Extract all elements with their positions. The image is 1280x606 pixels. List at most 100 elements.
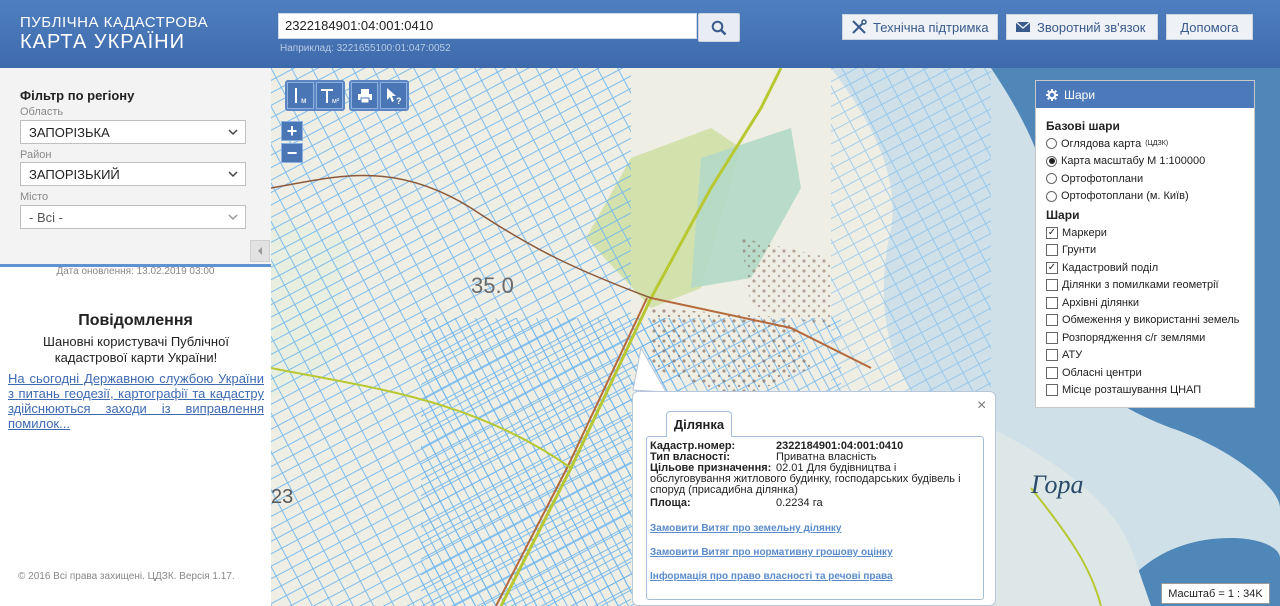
app-header: ПУБЛІЧНА КАДАСТРОВА КАРТА УКРАЇНИ 232218… bbox=[0, 0, 1280, 68]
overlay-label: АТУ bbox=[1062, 349, 1083, 362]
oblast-select[interactable]: ЗАПОРІЗЬКА bbox=[20, 120, 246, 144]
oblast-value: ЗАПОРІЗЬКА bbox=[29, 125, 110, 140]
layers-title: Шари bbox=[1064, 87, 1096, 102]
info-key: Площа: bbox=[650, 497, 691, 509]
help-button[interactable]: Допомога bbox=[1166, 14, 1253, 40]
left-panel: Фільтр по регіону Область ЗАПОРІЗЬКА Рай… bbox=[0, 68, 271, 606]
info-value: 0.2234 га bbox=[776, 497, 823, 509]
base-layer-map-100k[interactable]: Карта масштабу М 1:100000 bbox=[1046, 153, 1244, 171]
base-layer-overview[interactable]: Оглядова карта (ЦДЗК) bbox=[1046, 135, 1244, 153]
overlay-cadastral[interactable]: ✓ Кадастровий поділ bbox=[1046, 259, 1244, 277]
printer-icon bbox=[357, 88, 372, 103]
overlay-label: Обмеження у використанні земель bbox=[1062, 314, 1240, 327]
radio-button[interactable] bbox=[1046, 138, 1057, 150]
layers-header[interactable]: Шари bbox=[1036, 81, 1254, 108]
radio-button[interactable] bbox=[1046, 173, 1057, 185]
overlay-geometry-errors[interactable]: Ділянки з помилками геометрії bbox=[1046, 277, 1244, 295]
base-layers-title: Базові шари bbox=[1046, 119, 1120, 133]
feedback-button[interactable]: Зворотний зв'язок bbox=[1006, 14, 1158, 40]
base-layer-sup: (ЦДЗК) bbox=[1145, 140, 1169, 148]
oblast-label: Область bbox=[20, 106, 64, 118]
checkbox[interactable] bbox=[1046, 349, 1058, 362]
search-button[interactable] bbox=[698, 13, 740, 42]
notice-link[interactable]: На сьогодні Державною службою України з … bbox=[8, 371, 264, 431]
radio-button-selected[interactable] bbox=[1046, 155, 1057, 167]
radio-button[interactable] bbox=[1046, 190, 1057, 202]
chevron-down-icon bbox=[228, 129, 238, 136]
base-layer-label: Оглядова карта bbox=[1061, 137, 1142, 150]
search-icon bbox=[711, 20, 727, 35]
overlay-cnap[interactable]: Місце розташування ЦНАП bbox=[1046, 382, 1244, 400]
chevron-down-icon bbox=[228, 171, 238, 178]
overlay-label: Кадастровий поділ bbox=[1062, 261, 1159, 274]
logo-line-1: ПУБЛІЧНА КАДАСТРОВА bbox=[20, 14, 209, 31]
info-value: споруд (присадибна ділянка) bbox=[650, 484, 798, 496]
ruler-icon: м bbox=[294, 87, 307, 105]
area-unit: м² bbox=[332, 98, 340, 105]
base-layer-label: Ортофотоплани (м. Київ) bbox=[1061, 190, 1189, 203]
overlay-archive[interactable]: Архівні ділянки bbox=[1046, 294, 1244, 312]
measure-area-button[interactable]: м² bbox=[316, 82, 343, 109]
zoom-out-button[interactable]: − bbox=[281, 143, 303, 163]
checkbox[interactable] bbox=[1046, 296, 1058, 309]
triangle-left-icon bbox=[258, 247, 262, 255]
base-layer-orthophoto-kyiv[interactable]: Ортофотоплани (м. Київ) bbox=[1046, 188, 1244, 206]
checkbox-checked[interactable]: ✓ bbox=[1046, 226, 1058, 239]
ruler-unit: м bbox=[301, 96, 307, 105]
close-icon[interactable]: × bbox=[977, 397, 986, 415]
area-ruler-icon: м² bbox=[320, 88, 340, 105]
base-layer-label: Ортофотоплани bbox=[1061, 172, 1144, 185]
overlay-label: Обласні центри bbox=[1062, 366, 1142, 379]
checkbox[interactable] bbox=[1046, 366, 1058, 379]
print-button[interactable] bbox=[351, 82, 378, 109]
logo[interactable]: ПУБЛІЧНА КАДАСТРОВА КАРТА УКРАЇНИ bbox=[20, 14, 208, 53]
zoom-in-button[interactable]: + bbox=[281, 121, 303, 141]
overlay-soils[interactable]: Грунти bbox=[1046, 242, 1244, 260]
overlay-restrictions[interactable]: Обмеження у використанні земель bbox=[1046, 312, 1244, 330]
base-layer-orthophoto[interactable]: Ортофотоплани bbox=[1046, 170, 1244, 188]
identify-button[interactable]: ? bbox=[380, 82, 407, 109]
measure-distance-button[interactable]: м bbox=[287, 82, 314, 109]
overlay-atu[interactable]: АТУ bbox=[1046, 347, 1244, 365]
tab-parcel[interactable]: Ділянка bbox=[666, 411, 732, 437]
rayon-select[interactable]: ЗАПОРІЗЬКИЙ bbox=[20, 162, 246, 186]
copyright-footer: © 2016 Всі права захищені. ЦДЗК. Версія … bbox=[18, 571, 235, 582]
measure-tools: м м² bbox=[285, 80, 345, 111]
overlay-label: Архівні ділянки bbox=[1062, 296, 1139, 309]
overlay-layers-title: Шари bbox=[1046, 208, 1080, 222]
support-button[interactable]: Технічна підтримка bbox=[842, 14, 998, 40]
collapse-panel-button[interactable] bbox=[250, 240, 270, 262]
city-select[interactable]: - Всі - bbox=[20, 205, 246, 229]
envelope-icon bbox=[1015, 21, 1031, 32]
filter-title: Фільтр по регіону bbox=[20, 88, 135, 103]
base-layer-label: Карта масштабу М 1:100000 bbox=[1061, 155, 1206, 168]
notice-text: Шановні користувачі Публічної кадастрово… bbox=[43, 334, 229, 365]
layers-panel: Шари Базові шари Оглядова карта (ЦДЗК) К… bbox=[1035, 80, 1255, 408]
checkbox[interactable] bbox=[1046, 244, 1058, 257]
overlay-label: Місце розташування ЦНАП bbox=[1062, 384, 1202, 397]
logo-line-2: КАРТА УКРАЇНИ bbox=[20, 31, 185, 53]
ownership-info-link[interactable]: Інформація про право власності та речові… bbox=[650, 571, 893, 582]
search-input[interactable]: 2322184901:04:001:0410 bbox=[278, 13, 697, 39]
order-extract-link[interactable]: Замовити Витяг про земельну ділянку bbox=[650, 523, 841, 534]
map-label-elevation: 35.0 bbox=[471, 273, 514, 298]
checkbox[interactable] bbox=[1046, 314, 1058, 327]
layers-body: Базові шари Оглядова карта (ЦДЗК) Карта … bbox=[1036, 108, 1254, 407]
overlay-label: Розпорядження с/г землями bbox=[1062, 331, 1206, 344]
overlay-agri-orders[interactable]: Розпорядження с/г землями bbox=[1046, 329, 1244, 347]
tools-icon bbox=[852, 19, 867, 34]
order-valuation-link[interactable]: Замовити Витяг про нормативну грошову оц… bbox=[650, 547, 893, 558]
overlay-label: Грунти bbox=[1062, 244, 1097, 257]
notice-title: Повідомлення bbox=[78, 312, 193, 329]
checkbox[interactable] bbox=[1046, 384, 1058, 397]
rayon-label: Район bbox=[20, 149, 52, 161]
map-label-mountain: Гора bbox=[1030, 470, 1083, 499]
overlay-regional-centers[interactable]: Обласні центри bbox=[1046, 364, 1244, 382]
scale-indicator: Масштаб = 1 : 34K bbox=[1161, 583, 1270, 604]
gear-icon bbox=[1046, 88, 1058, 101]
rayon-value: ЗАПОРІЗЬКИЙ bbox=[29, 167, 120, 182]
overlay-markers[interactable]: ✓ Маркери bbox=[1046, 224, 1244, 242]
checkbox[interactable] bbox=[1046, 279, 1058, 292]
checkbox[interactable] bbox=[1046, 331, 1058, 344]
checkbox-checked[interactable]: ✓ bbox=[1046, 261, 1058, 274]
